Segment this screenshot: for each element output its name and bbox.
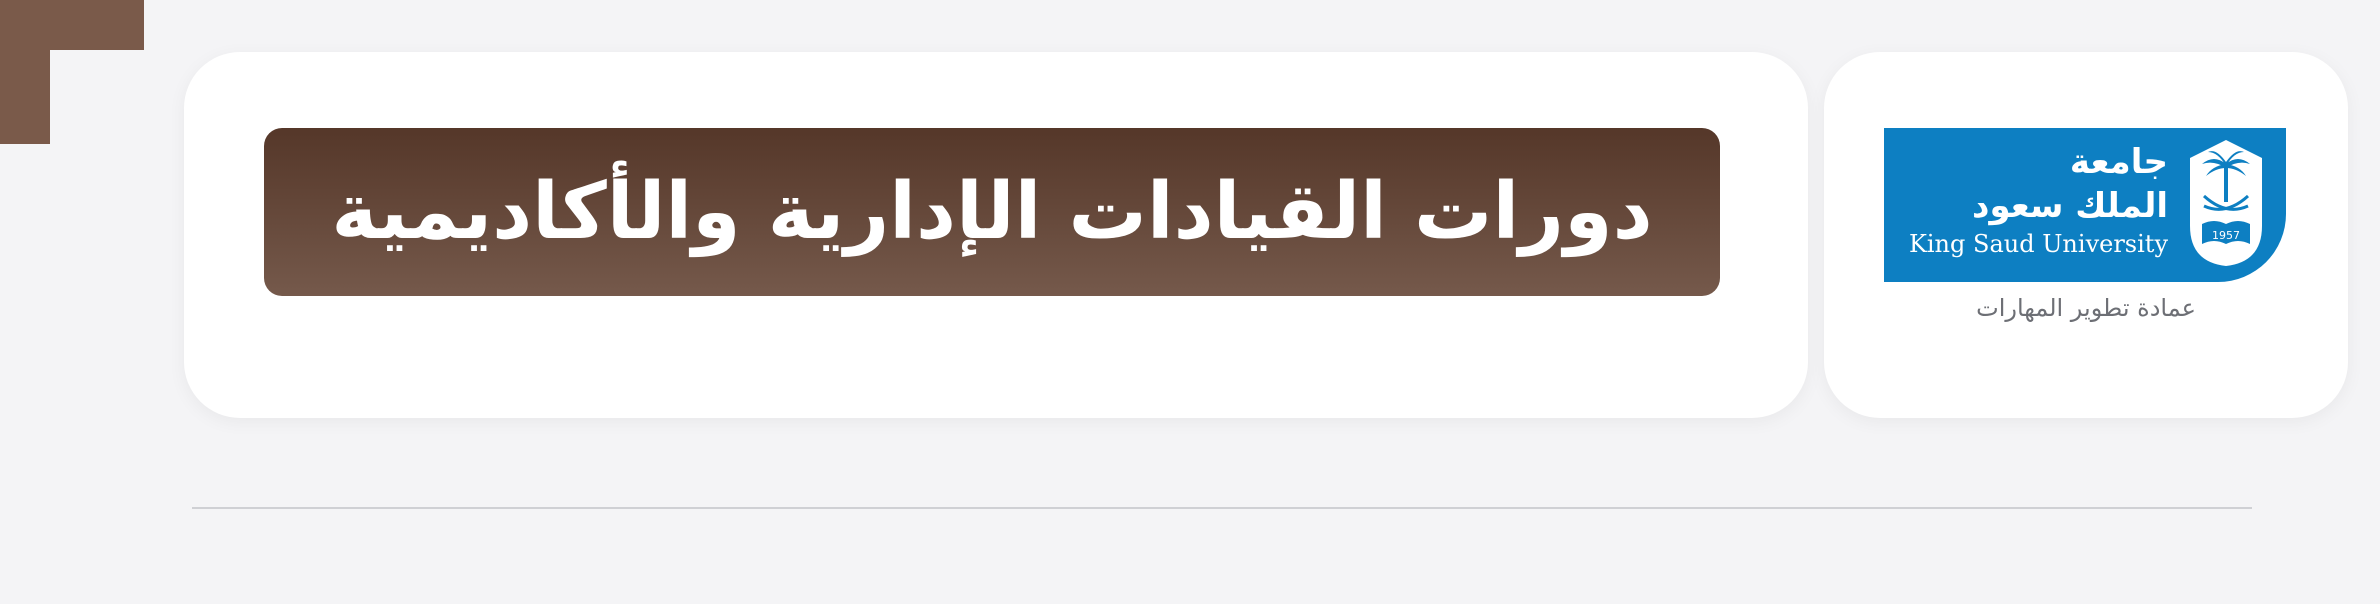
logo-arabic-university: جامعة bbox=[2069, 142, 2168, 182]
title-banner: دورات القيادات الإدارية والأكاديمية bbox=[264, 128, 1720, 296]
seal-year: 1957 bbox=[2212, 229, 2240, 242]
logo-arabic-name: الملك سعود bbox=[1972, 186, 2168, 226]
title-card: دورات القيادات الإدارية والأكاديمية bbox=[184, 52, 1808, 418]
logo-english-name: King Saud University bbox=[1908, 230, 2168, 258]
palm-swords-seal-icon: 1957 bbox=[2190, 140, 2262, 266]
deanship-name: عمادة تطوير المهارات bbox=[1976, 294, 2196, 322]
section-divider bbox=[192, 507, 2252, 509]
corner-bracket-cutout bbox=[50, 50, 144, 144]
logo-card: جامعة الملك سعود King Saud University 19… bbox=[1824, 52, 2348, 418]
page-title: دورات القيادات الإدارية والأكاديمية bbox=[331, 167, 1653, 257]
university-logo[interactable]: جامعة الملك سعود King Saud University 19… bbox=[1884, 128, 2286, 282]
corner-bracket-icon bbox=[0, 0, 144, 144]
